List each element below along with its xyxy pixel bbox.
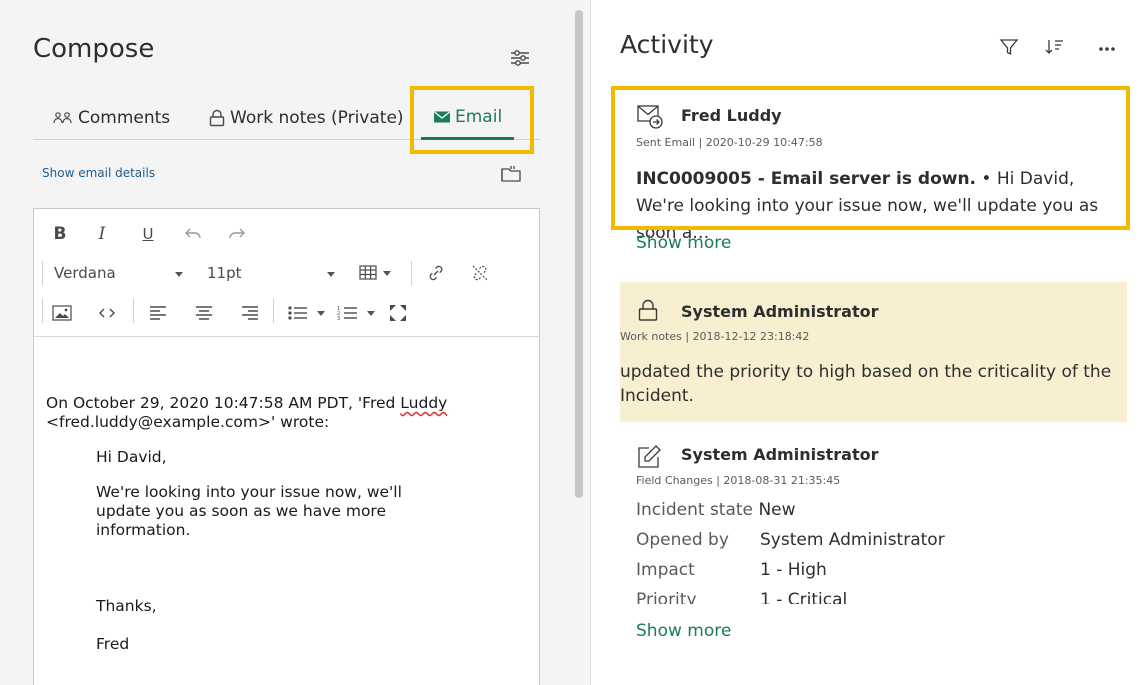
show-more-link[interactable]: Show more	[636, 621, 731, 641]
svg-text:3: 3	[337, 316, 340, 321]
email-editor[interactable]: B I U Verdana 11pt 1 2 3 On October 29, …	[33, 208, 540, 685]
lock-icon	[638, 299, 658, 321]
link-icon[interactable]	[426, 263, 446, 283]
attach-icon[interactable]	[500, 165, 522, 183]
show-more-link[interactable]: Show more	[636, 233, 731, 253]
font-family-caret[interactable]	[175, 272, 183, 277]
tab-work-notes-label: Work notes (Private)	[230, 108, 404, 128]
field-label: Incident state	[636, 500, 754, 520]
italic-button[interactable]: I	[92, 223, 112, 245]
image-icon[interactable]	[52, 305, 72, 321]
show-email-details-link[interactable]: Show email details	[42, 166, 155, 180]
field-value: 1 - Critical	[760, 590, 848, 604]
lock-icon	[209, 109, 225, 127]
quote-signoff: Fred	[96, 635, 130, 653]
activity-subtitle: Sent Email | 2020-10-29 10:47:58	[636, 136, 823, 149]
bold-button[interactable]: B	[50, 223, 70, 245]
activity-author: System Administrator	[681, 302, 879, 321]
align-right-icon[interactable]	[240, 305, 260, 321]
sent-email-icon	[637, 105, 663, 129]
quote-thanks: Thanks,	[96, 597, 157, 615]
compose-tabs: Comments Work notes (Private) Email	[33, 96, 540, 140]
edit-icon	[638, 445, 661, 468]
redo-icon[interactable]	[228, 225, 246, 241]
misspelled-word[interactable]: Luddy	[400, 394, 447, 412]
toolbar-separator	[42, 299, 43, 323]
font-family-select[interactable]: Verdana	[54, 264, 116, 282]
field-change-row: Priority 1 - Critical	[636, 590, 847, 604]
field-changes-list: Incident state New Opened by System Admin…	[636, 500, 1116, 604]
field-change-row: Incident state New	[636, 500, 796, 520]
settings-sliders-icon[interactable]	[509, 48, 531, 68]
compose-panel: Compose Comments Work notes (Private) Em…	[0, 0, 590, 685]
font-size-caret[interactable]	[327, 272, 335, 277]
tab-comments-label: Comments	[78, 108, 171, 128]
quote-intro-line-2: <fred.luddy@example.com>' wrote:	[46, 413, 330, 431]
font-size-select[interactable]: 11pt	[207, 264, 242, 282]
quote-paragraph: We're looking into your issue now, we'll…	[96, 483, 402, 539]
fullscreen-icon[interactable]	[388, 304, 408, 322]
activity-subtitle: Field Changes | 2018-08-31 21:35:45	[636, 474, 841, 487]
unlink-icon[interactable]	[470, 263, 490, 283]
numbered-list-icon[interactable]: 123	[337, 305, 377, 321]
toolbar-separator	[42, 261, 43, 285]
field-value: 1 - High	[760, 560, 827, 580]
work-note-text: updated the priority to high based on th…	[620, 362, 1112, 406]
source-code-icon[interactable]	[97, 305, 117, 321]
field-label: Opened by	[636, 530, 729, 550]
quote-intro-prefix: On October 29, 2020 10:47:58 AM PDT, 'Fr…	[46, 394, 401, 412]
editor-toolbar: B I U Verdana 11pt 1 2 3	[34, 209, 539, 337]
activity-subtitle: Work notes | 2018-12-12 23:18:42	[620, 330, 810, 343]
envelope-icon	[434, 110, 450, 122]
field-change-row: Opened by System Administrator	[636, 530, 945, 550]
table-icon[interactable]	[359, 264, 395, 282]
compose-title: Compose	[33, 34, 155, 64]
field-label: Priority	[636, 590, 697, 604]
field-value: System Administrator	[760, 530, 945, 550]
email-bullet: •	[976, 169, 997, 189]
comments-icon	[53, 112, 72, 124]
tab-comments[interactable]: Comments	[52, 96, 170, 140]
activity-author: Fred Luddy	[681, 106, 782, 125]
field-value: New	[758, 500, 796, 520]
field-label: Impact	[636, 560, 695, 580]
quote-greeting: Hi David,	[96, 448, 167, 466]
activity-title: Activity	[620, 30, 714, 59]
activity-item-field-changes: System Administrator Field Changes | 201…	[620, 442, 1127, 612]
email-subject: INC0009005 - Email server is down.	[636, 169, 977, 189]
activity-author: System Administrator	[681, 445, 879, 464]
activity-item-email: Fred Luddy Sent Email | 2020-10-29 10:47…	[620, 100, 1127, 243]
filter-icon[interactable]	[998, 36, 1020, 58]
toolbar-separator	[411, 261, 412, 285]
bullet-list-icon[interactable]	[287, 305, 327, 321]
tab-work-notes[interactable]: Work notes (Private)	[208, 96, 404, 140]
email-body[interactable]: On October 29, 2020 10:47:58 AM PDT, 'Fr…	[46, 394, 531, 654]
toolbar-separator	[133, 299, 134, 323]
tab-email[interactable]: Email	[421, 96, 515, 140]
more-icon[interactable]	[1096, 36, 1118, 58]
sort-icon[interactable]	[1044, 36, 1066, 58]
underline-button[interactable]: U	[138, 223, 158, 245]
toolbar-separator	[273, 299, 274, 323]
quote-intro-line-1: On October 29, 2020 10:47:58 AM PDT, 'Fr…	[46, 394, 531, 413]
field-change-row: Impact 1 - High	[636, 560, 827, 580]
panel-divider	[590, 0, 591, 685]
tab-email-label: Email	[455, 106, 503, 127]
align-center-icon[interactable]	[194, 305, 214, 321]
activity-item-work-notes: System Administrator Work notes | 2018-1…	[620, 282, 1127, 422]
undo-icon[interactable]	[184, 225, 202, 241]
align-left-icon[interactable]	[148, 305, 168, 321]
scrollbar-thumb[interactable]	[575, 10, 583, 498]
